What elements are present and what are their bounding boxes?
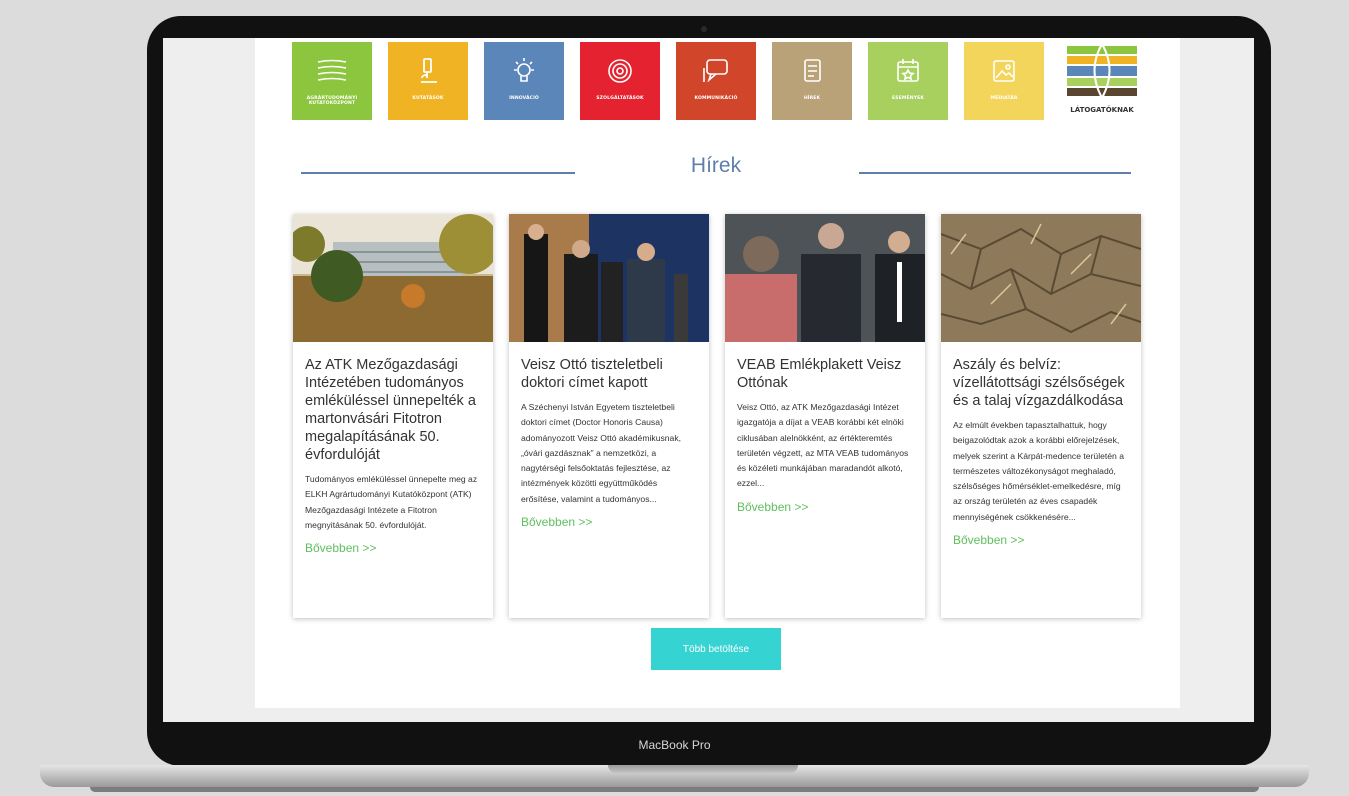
news-title[interactable]: Az ATK Mezőgazdasági Intézetében tudomán… bbox=[305, 356, 481, 464]
load-more-button[interactable]: Több betöltése bbox=[651, 628, 781, 670]
layers-icon bbox=[317, 59, 347, 81]
laptop-base-notch bbox=[608, 765, 798, 773]
calendar-icon bbox=[897, 59, 919, 82]
tile-hirek[interactable]: Hírek bbox=[772, 42, 852, 120]
section-header: Hírek bbox=[301, 146, 1131, 186]
web-page: Agrártudományi Kutatóközpont Kutatások I… bbox=[255, 38, 1180, 708]
tile-kutatasok[interactable]: Kutatások bbox=[388, 42, 468, 120]
section-title: Hírek bbox=[690, 154, 742, 177]
news-image bbox=[941, 214, 1141, 342]
tile-innovacio[interactable]: Innováció bbox=[484, 42, 564, 120]
tile-label: Kutatások bbox=[412, 96, 444, 101]
news-title[interactable]: VEAB Emlékplakett Veisz Ottónak bbox=[737, 356, 913, 392]
target-icon bbox=[608, 59, 632, 83]
news-card[interactable]: Az ATK Mezőgazdasági Intézetében tudomán… bbox=[293, 214, 493, 618]
news-excerpt: Veisz Ottó, az ATK Mezőgazdasági Intézet… bbox=[737, 402, 909, 489]
news-card[interactable]: Aszály és belvíz: vízellátottsági szélső… bbox=[941, 214, 1141, 618]
tile-label: Agrártudományi Kutatóközpont bbox=[306, 96, 358, 106]
screen: Agrártudományi Kutatóközpont Kutatások I… bbox=[163, 38, 1254, 722]
microscope-icon bbox=[421, 58, 437, 83]
tile-mediatar[interactable]: Médiatár bbox=[964, 42, 1044, 120]
tile-label: Médiatár bbox=[990, 96, 1018, 101]
read-more-link[interactable]: Bővebben >> bbox=[737, 500, 913, 514]
tile-esemenyek[interactable]: Események bbox=[868, 42, 948, 120]
image-icon bbox=[993, 60, 1015, 82]
tile-kommunikacio[interactable]: Kommunikáció bbox=[676, 42, 756, 120]
news-image bbox=[725, 214, 925, 342]
visitors-label: LÁTOGATÓKNAK bbox=[1070, 106, 1134, 114]
news-excerpt: Tudományos emléküléssel ünnepelte meg az… bbox=[305, 474, 478, 530]
read-more-link[interactable]: Bővebben >> bbox=[305, 541, 481, 555]
laptop-base-foot bbox=[90, 787, 1259, 792]
news-title[interactable]: Veisz Ottó tiszteletbeli doktori címet k… bbox=[521, 356, 697, 392]
camera-dot bbox=[701, 26, 707, 32]
tile-label: Szolgáltatások bbox=[596, 96, 644, 101]
tile-label: Események bbox=[891, 96, 925, 101]
tile-label: Innováció bbox=[509, 96, 539, 101]
visitors-logo-icon bbox=[1067, 41, 1137, 101]
device-model-label: MacBook Pro bbox=[638, 738, 711, 752]
tile-label: Hírek bbox=[803, 96, 821, 101]
news-icon bbox=[804, 59, 821, 82]
chat-icon bbox=[703, 59, 728, 83]
news-excerpt: Az elmúlt években tapasztalhattuk, hogy … bbox=[953, 420, 1125, 522]
tile-szolgaltatasok[interactable]: Szolgáltatások bbox=[580, 42, 660, 120]
news-image bbox=[509, 214, 709, 342]
tile-agrartudomanyi[interactable]: Agrártudományi Kutatóközpont bbox=[292, 42, 372, 120]
read-more-link[interactable]: Bővebben >> bbox=[953, 533, 1129, 547]
news-image bbox=[293, 214, 493, 342]
category-tiles: Agrártudományi Kutatóközpont Kutatások I… bbox=[292, 42, 1142, 120]
news-excerpt: A Széchenyi István Egyetem tiszteletbeli… bbox=[521, 402, 682, 504]
news-card[interactable]: VEAB Emlékplakett Veisz Ottónak Veisz Ot… bbox=[725, 214, 925, 618]
news-title[interactable]: Aszály és belvíz: vízellátottsági szélső… bbox=[953, 356, 1129, 410]
read-more-link[interactable]: Bővebben >> bbox=[521, 515, 697, 529]
lightbulb-icon bbox=[514, 58, 534, 82]
visitors-tile[interactable]: LÁTOGATÓKNAK bbox=[1067, 41, 1137, 118]
tile-label: Kommunikáció bbox=[694, 96, 738, 101]
news-card[interactable]: Veisz Ottó tiszteletbeli doktori címet k… bbox=[509, 214, 709, 618]
